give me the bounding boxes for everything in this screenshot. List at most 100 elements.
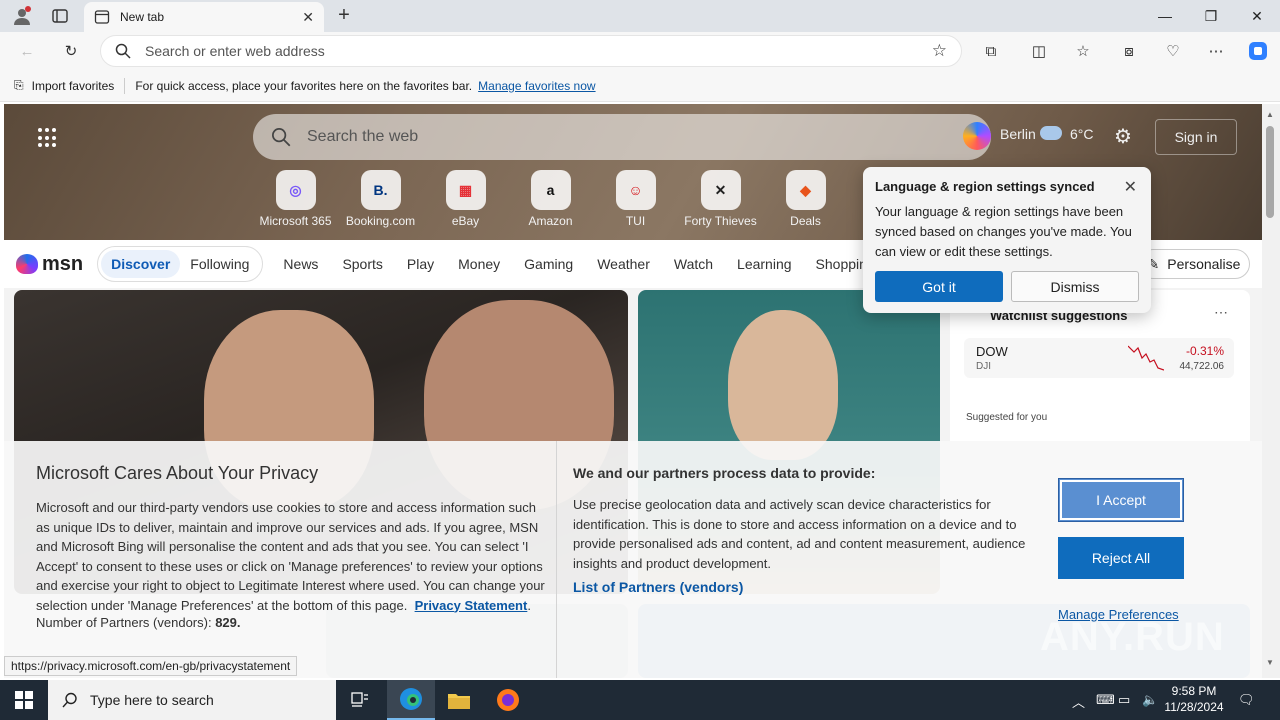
weather-city[interactable]: Berlin bbox=[1000, 126, 1036, 142]
restore-button[interactable]: ❐ bbox=[1188, 0, 1234, 32]
profile-icon[interactable] bbox=[10, 4, 34, 28]
quicklink-label: Forty Thieves bbox=[684, 214, 757, 228]
volume-icon[interactable]: 🔈 bbox=[1142, 692, 1158, 708]
close-window-button[interactable]: ✕ bbox=[1234, 0, 1280, 32]
quicklink-booking-com[interactable]: B. Booking.com bbox=[338, 170, 423, 228]
nav-link-play[interactable]: Play bbox=[407, 256, 434, 272]
web-search-box[interactable]: Search the web bbox=[253, 114, 991, 160]
quicklink-forty-thieves[interactable]: ✕ Forty Thieves bbox=[678, 170, 763, 228]
address-placeholder: Search or enter web address bbox=[145, 43, 325, 59]
reject-all-button[interactable]: Reject All bbox=[1058, 537, 1184, 579]
accept-button[interactable]: I Accept bbox=[1058, 478, 1184, 522]
copilot-search-icon[interactable] bbox=[963, 122, 991, 150]
nav-link-sports[interactable]: Sports bbox=[342, 256, 382, 272]
scroll-up-icon[interactable]: ▲ bbox=[1266, 110, 1274, 119]
privacy-divider bbox=[556, 441, 557, 678]
list-of-partners-link[interactable]: List of Partners (vendors) bbox=[573, 579, 1043, 595]
taskbar-clock[interactable]: 9:58 PM 11/28/2024 bbox=[1162, 683, 1226, 715]
new-tab-button[interactable]: + bbox=[332, 4, 356, 28]
quicklink-label: TUI bbox=[625, 214, 646, 228]
quicklink-ebay[interactable]: ▦ eBay bbox=[423, 170, 508, 228]
refresh-icon[interactable]: ↻ bbox=[58, 39, 84, 63]
new-tab-page-icon bbox=[94, 10, 110, 24]
settings-gear-icon[interactable]: ⚙ bbox=[1114, 124, 1132, 149]
app-launcher-icon[interactable] bbox=[38, 128, 58, 148]
split-screen-icon[interactable]: ◫ bbox=[1026, 39, 1052, 63]
minimize-button[interactable]: — bbox=[1142, 0, 1188, 32]
quicklink-microsoft-365[interactable]: ◎ Microsoft 365 bbox=[253, 170, 338, 228]
performance-icon[interactable]: ♡ bbox=[1160, 39, 1186, 63]
quicklink-tui[interactable]: ☺ TUI bbox=[593, 170, 678, 228]
clock-time: 9:58 PM bbox=[1171, 684, 1217, 698]
privacy-body-text: Microsoft and our third-party vendors us… bbox=[36, 500, 545, 613]
dismiss-button[interactable]: Dismiss bbox=[1011, 271, 1139, 302]
stock-symbol: DJI bbox=[976, 361, 991, 372]
got-it-button[interactable]: Got it bbox=[875, 271, 1003, 302]
cloud-icon bbox=[1040, 126, 1062, 140]
tab-new-tab[interactable]: New tab ✕ bbox=[84, 2, 324, 32]
nav-link-watch[interactable]: Watch bbox=[674, 256, 713, 272]
scrollbar-thumb[interactable] bbox=[1266, 126, 1274, 218]
watermark-logo: ANY.RUN bbox=[1040, 615, 1225, 659]
import-favorites-button[interactable]: Import favorites bbox=[32, 79, 115, 93]
manage-favorites-link[interactable]: Manage favorites now bbox=[478, 79, 595, 93]
address-bar[interactable]: Search or enter web address ☆ bbox=[100, 35, 962, 67]
extensions-icon[interactable]: ⧉ bbox=[978, 39, 1004, 63]
favorites-bar: ⎘ Import favorites For quick access, pla… bbox=[0, 70, 1280, 102]
favorites-icon[interactable]: ☆ bbox=[1070, 39, 1096, 63]
tray-overflow-icon[interactable]: ︿ bbox=[1072, 692, 1085, 711]
nav-link-gaming[interactable]: Gaming bbox=[524, 256, 573, 272]
notifications-icon[interactable]: 🗨 bbox=[1238, 692, 1255, 708]
scroll-down-icon[interactable]: ▼ bbox=[1266, 658, 1274, 667]
favbar-divider bbox=[124, 77, 126, 94]
task-view-icon[interactable] bbox=[336, 680, 384, 720]
file-explorer-icon[interactable] bbox=[435, 680, 483, 720]
tab-bar: New tab ✕ + — ❐ ✕ bbox=[0, 0, 1280, 32]
tab-title: New tab bbox=[120, 10, 165, 24]
partners-count-value: 829. bbox=[215, 615, 241, 630]
nav-link-news[interactable]: News bbox=[283, 256, 318, 272]
windows-start-icon[interactable] bbox=[0, 680, 48, 720]
nav-link-money[interactable]: Money bbox=[458, 256, 500, 272]
stock-sparkline bbox=[1128, 345, 1164, 371]
firefox-icon[interactable] bbox=[484, 680, 532, 720]
copilot-icon[interactable] bbox=[1245, 39, 1271, 63]
taskbar-search-box[interactable]: Type here to search bbox=[48, 680, 336, 720]
msn-logo[interactable]: msn bbox=[16, 253, 83, 276]
quicklink-logo-icon: a bbox=[530, 170, 571, 210]
quicklink-deals[interactable]: ◆ Deals bbox=[763, 170, 848, 228]
personalise-button[interactable]: ✎ Personalise bbox=[1138, 249, 1250, 279]
partners-count-line: Number of Partners (vendors): 829. bbox=[36, 615, 546, 630]
tab-close-icon[interactable]: ✕ bbox=[302, 9, 314, 26]
quicklink-label: Booking.com bbox=[345, 214, 416, 228]
collections-icon[interactable]: ⧇ bbox=[1116, 39, 1142, 63]
page-scrollbar[interactable]: ▲ ▼ bbox=[1262, 104, 1280, 678]
language-popup-body: Your language & region settings have bee… bbox=[875, 204, 1132, 259]
msn-logo-text: msn bbox=[42, 252, 84, 275]
close-icon[interactable]: ✕ bbox=[1124, 177, 1137, 197]
more-menu-icon[interactable]: ⋯ bbox=[1203, 39, 1229, 63]
quicklink-amazon[interactable]: a Amazon bbox=[508, 170, 593, 228]
privacy-statement-link[interactable]: Privacy Statement bbox=[415, 598, 528, 613]
sign-in-button[interactable]: Sign in bbox=[1155, 119, 1237, 155]
tab-actions-icon[interactable] bbox=[48, 4, 72, 28]
edge-taskbar-icon[interactable] bbox=[387, 680, 435, 720]
back-arrow-icon[interactable]: ← bbox=[14, 39, 40, 63]
windows-taskbar: Type here to search ︿ ⌨ ▭ 🔈 9:58 PM 11/2… bbox=[0, 680, 1280, 720]
quicklink-label: eBay bbox=[451, 214, 480, 228]
tray-device-icon[interactable]: ⌨ bbox=[1096, 692, 1115, 708]
nav-link-learning[interactable]: Learning bbox=[737, 256, 792, 272]
weather-temperature[interactable]: 6°C bbox=[1070, 126, 1094, 142]
news-photo-woman bbox=[728, 310, 838, 460]
favorite-star-icon[interactable]: ☆ bbox=[932, 41, 947, 61]
quicklink-logo-icon: ☺ bbox=[615, 170, 656, 210]
tab-discover[interactable]: Discover bbox=[101, 250, 181, 278]
quicklink-logo-icon: ✕ bbox=[700, 170, 741, 210]
network-icon[interactable]: ▭ bbox=[1118, 692, 1130, 708]
nav-link-weather[interactable]: Weather bbox=[597, 256, 650, 272]
watchlist-more-icon[interactable]: ⋯ bbox=[1214, 304, 1228, 321]
quicklink-logo-icon: B. bbox=[360, 170, 401, 210]
stock-row-dow[interactable]: DOW DJI -0.31% 44,722.06 bbox=[964, 338, 1234, 378]
data-purposes-body: Use precise geolocation data and activel… bbox=[573, 497, 1026, 571]
tab-following[interactable]: Following bbox=[180, 250, 259, 278]
